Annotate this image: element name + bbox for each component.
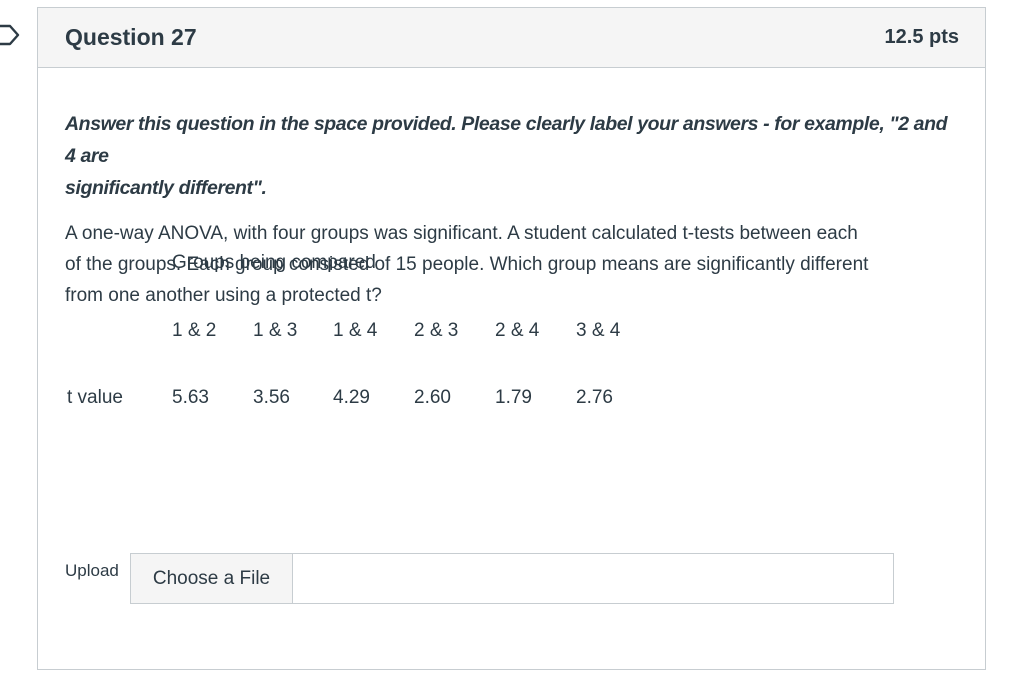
table-caption: Groups being compared: [172, 252, 376, 273]
question-card: Question 27 12.5 pts Answer this questio…: [37, 7, 986, 670]
question-instructions: Answer this question in the space provid…: [65, 108, 958, 204]
choose-file-button[interactable]: Choose a File: [131, 554, 293, 603]
t-value-cell: 2.60: [414, 387, 451, 408]
t-value-row-label: t value: [67, 387, 123, 408]
pair-label: 2 & 4: [495, 320, 540, 341]
instructions-line-1: Answer this question in the space provid…: [65, 113, 948, 167]
pair-label: 1 & 4: [333, 320, 378, 341]
t-value-cell: 1.79: [495, 387, 532, 408]
upload-label: Upload: [65, 561, 119, 580]
pair-label: 1 & 2: [172, 320, 217, 341]
bookmark-flag-icon[interactable]: [0, 24, 22, 46]
t-value-cell: 3.56: [253, 387, 290, 408]
t-value-cell: 2.76: [576, 387, 613, 408]
file-upload-field[interactable]: Choose a File: [130, 553, 894, 604]
pair-label: 3 & 4: [576, 320, 621, 341]
t-value-cell: 4.29: [333, 387, 370, 408]
t-value-table: Groups being compared 1 & 2 1 & 3 1 & 4 …: [65, 252, 885, 422]
question-points: 12.5 pts: [884, 26, 959, 48]
question-header: Question 27 12.5 pts: [38, 8, 985, 68]
instructions-line-2: significantly different".: [65, 177, 267, 199]
t-value-cell: 5.63: [172, 387, 209, 408]
pair-label: 1 & 3: [253, 320, 298, 341]
pair-label: 2 & 3: [414, 320, 459, 341]
question-title: Question 27: [65, 24, 197, 50]
question-text-line-1: A one-way ANOVA, with four groups was si…: [65, 223, 858, 244]
selected-file-name[interactable]: [293, 554, 893, 603]
